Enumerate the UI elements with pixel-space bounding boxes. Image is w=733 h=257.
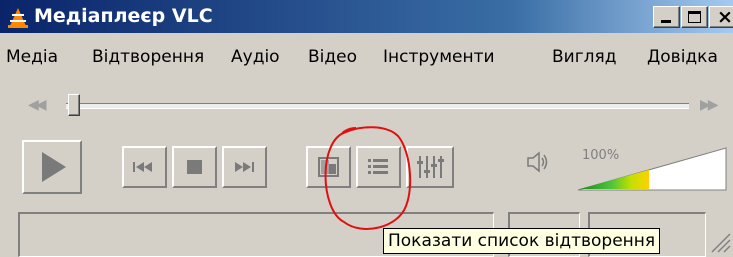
play-button[interactable] (22, 140, 82, 194)
close-button[interactable]: × (709, 6, 733, 28)
frame-by-frame-button[interactable] (306, 146, 351, 188)
menu-audio[interactable]: Аудіо (231, 44, 280, 70)
equalizer-icon (417, 156, 444, 178)
minimize-button[interactable] (653, 6, 680, 28)
title-bar[interactable]: Медіаплеєр VLC × (0, 0, 733, 33)
menu-video[interactable]: Відео (308, 44, 357, 70)
stop-icon (187, 160, 202, 174)
window-title: Медіаплеєр VLC (34, 5, 213, 27)
playlist-icon (368, 159, 388, 174)
previous-icon (133, 162, 152, 172)
playlist-button[interactable] (356, 146, 401, 188)
menu-help[interactable]: Довідка (647, 44, 718, 70)
close-icon: × (717, 6, 733, 28)
menu-tools[interactable]: Інструменти (383, 44, 495, 70)
vlc-cone-icon (8, 8, 28, 28)
menu-playback[interactable]: Відтворення (92, 44, 204, 70)
speaker-icon[interactable] (525, 150, 551, 174)
frame-by-frame-icon (318, 157, 339, 177)
stop-button[interactable] (172, 146, 217, 188)
next-button[interactable] (222, 146, 267, 188)
maximize-button[interactable] (681, 6, 708, 28)
volume-percent-label: 100% (582, 148, 620, 163)
menu-view[interactable]: Вигляд (552, 44, 617, 70)
previous-button[interactable] (122, 146, 167, 188)
menu-bar: Медіа Відтворення Аудіо Відео Інструмент… (0, 44, 733, 70)
next-icon (235, 162, 254, 172)
seek-forward-icon: ▶▶ (700, 97, 718, 113)
resize-grip-icon[interactable] (708, 226, 732, 254)
play-icon (42, 152, 66, 182)
playlist-tooltip: Показати список відтворення (383, 228, 661, 254)
seek-slider-handle[interactable] (68, 94, 80, 116)
seek-slider[interactable] (66, 103, 689, 109)
seek-backward-icon: ◀◀ (28, 97, 46, 113)
maximize-icon (688, 11, 701, 23)
equalizer-button[interactable] (406, 146, 454, 188)
menu-media[interactable]: Медіа (6, 44, 58, 70)
minimize-icon (661, 20, 671, 23)
